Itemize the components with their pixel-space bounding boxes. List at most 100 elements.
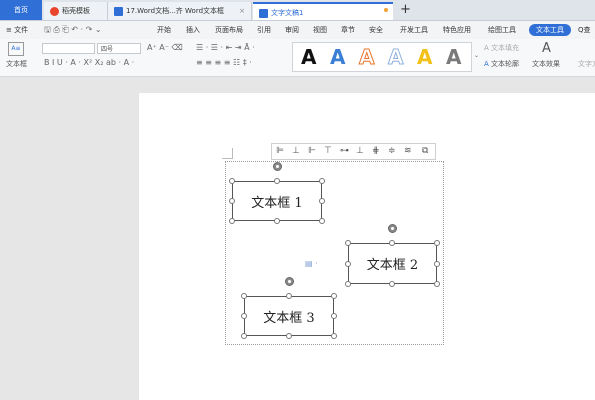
menu-developer[interactable]: 开发工具	[400, 21, 428, 39]
tab-document-1[interactable]: 文字文稿1	[253, 2, 393, 20]
rotate-handle-icon[interactable]	[285, 277, 294, 286]
text-fill-label: 文本填充	[491, 44, 520, 52]
margin-corner-mark	[222, 148, 233, 159]
font-size-select[interactable]: 四号	[97, 43, 141, 54]
rotate-handle-icon[interactable]	[388, 224, 397, 233]
style-a-blue-outline[interactable]: A	[387, 44, 404, 70]
alignment-toolbar: ⊫ ⊥ ⊩ ⊤ ⊶ ⊥ ⋕ ≑ ≋ ⧉	[271, 143, 436, 160]
resize-handle[interactable]	[345, 281, 351, 287]
tab-document-17[interactable]: 17.Word文档...齐 Word文本框 ×	[108, 2, 252, 20]
resize-handle[interactable]	[274, 218, 280, 224]
resize-handle[interactable]	[434, 240, 440, 246]
resize-handle[interactable]	[274, 178, 280, 184]
resize-handle[interactable]	[229, 218, 235, 224]
unsaved-dot-icon	[384, 8, 388, 12]
menu-features[interactable]: 特色应用	[443, 21, 471, 39]
file-menu[interactable]: ≡ 文件	[6, 21, 28, 39]
resize-handle[interactable]	[229, 178, 235, 184]
text-effect-button[interactable]: 文本效果	[532, 59, 560, 69]
align-icons[interactable]: ≡ ≡ ≡ ≡ ☷ ‡ ·	[196, 58, 252, 68]
text-fill-button[interactable]: A 文本填充	[484, 43, 519, 53]
tab-label: 17.Word文档...齐 Word文本框	[126, 7, 225, 15]
resize-handle[interactable]	[389, 240, 395, 246]
text-style-gallery[interactable]: A A A A A A	[292, 42, 472, 72]
resize-handle[interactable]	[286, 293, 292, 299]
tab-bar: 首页 稻壳模板 17.Word文档...齐 Word文本框 × 文字文稿1 +	[0, 0, 595, 21]
menu-text-tools[interactable]: 文本工具	[529, 24, 571, 36]
resize-handle[interactable]	[241, 333, 247, 339]
resize-handle[interactable]	[434, 261, 440, 267]
menu-review[interactable]: 审阅	[285, 21, 299, 39]
resize-handle[interactable]	[331, 313, 337, 319]
equal-spacing-icon[interactable]: ≋	[404, 146, 412, 157]
distribute-vertical-icon[interactable]: ≑	[388, 146, 396, 157]
resize-handle[interactable]	[331, 293, 337, 299]
style-a-gray[interactable]: A	[446, 44, 461, 70]
list-icons[interactable]: ☰ · ☰ · ⇤ ⇥ Ā ·	[196, 43, 255, 53]
close-icon[interactable]: ×	[239, 2, 245, 20]
resize-handle[interactable]	[229, 198, 235, 204]
text-effect-icon: A	[542, 41, 551, 56]
menu-references[interactable]: 引用	[257, 21, 271, 39]
align-center-icon[interactable]: ⊥	[292, 146, 300, 157]
distribute-horizontal-icon[interactable]: ⋕	[372, 146, 380, 157]
style-a-yellow[interactable]: A	[417, 44, 432, 70]
text-direction-button[interactable]: 文字方	[578, 59, 595, 69]
menu-insert[interactable]: 插入	[186, 21, 200, 39]
rotate-handle-icon[interactable]	[273, 162, 282, 171]
menu-drawing-tools[interactable]: 绘图工具	[488, 21, 516, 39]
resize-handle[interactable]	[331, 333, 337, 339]
font-grow-icon[interactable]: A⁺ A⁻ ⌫	[147, 43, 183, 53]
textbox-2[interactable]: 文本框 2	[348, 243, 437, 284]
resize-handle[interactable]	[345, 240, 351, 246]
resize-handle[interactable]	[345, 261, 351, 267]
resize-handle[interactable]	[434, 281, 440, 287]
quick-access-icons[interactable]: 🖫 ⎙ ⎗ ↶ · ↷ ⌄	[44, 21, 102, 39]
menu-page-layout[interactable]: 页面布局	[215, 21, 243, 39]
textbox-1[interactable]: 文本框 1	[232, 181, 322, 221]
word-doc-icon	[259, 8, 268, 18]
resize-handle[interactable]	[241, 293, 247, 299]
textbox-1-text[interactable]: 文本框 1	[251, 192, 302, 211]
text-fill-icon: A	[484, 44, 492, 52]
align-bottom-icon[interactable]: ⊥	[356, 146, 364, 157]
resize-handle[interactable]	[319, 218, 325, 224]
menu-security[interactable]: 安全	[369, 21, 383, 39]
docer-icon	[50, 6, 59, 16]
font-format-icons[interactable]: B I U · A · X² X₂ ab · A ·	[44, 58, 134, 68]
gallery-more-icon[interactable]: ⌄	[474, 51, 479, 61]
menu-chapter[interactable]: 章节	[341, 21, 355, 39]
textbox-2-text[interactable]: 文本框 2	[367, 254, 418, 273]
menu-home[interactable]: 开始	[157, 21, 171, 39]
tab-home[interactable]: 首页	[0, 0, 42, 20]
word-doc-icon	[114, 6, 123, 16]
align-left-icon[interactable]: ⊫	[276, 146, 284, 157]
style-a-black[interactable]: A	[301, 44, 316, 70]
menu-view[interactable]: 视图	[313, 21, 327, 39]
textbox-3[interactable]: 文本框 3	[244, 296, 334, 336]
align-right-icon[interactable]: ⊩	[308, 146, 316, 157]
textbox-icon[interactable]: A≡	[8, 42, 24, 56]
resize-handle[interactable]	[319, 198, 325, 204]
tab-docer-templates[interactable]: 稻壳模板	[44, 2, 108, 20]
text-outline-icon: A	[484, 60, 492, 68]
style-a-orange-outline[interactable]: A	[358, 44, 375, 70]
align-middle-icon[interactable]: ⊶	[340, 146, 349, 157]
resize-handle[interactable]	[286, 333, 292, 339]
textbox-button[interactable]: 文本框	[6, 59, 27, 69]
new-tab-button[interactable]: +	[400, 1, 411, 19]
resize-handle[interactable]	[319, 178, 325, 184]
layout-options-icon[interactable]: ▤ ·	[305, 259, 318, 268]
font-name-select[interactable]	[42, 43, 95, 54]
resize-handle[interactable]	[241, 313, 247, 319]
align-top-icon[interactable]: ⊤	[324, 146, 332, 157]
tab-label: 文字文稿1	[271, 9, 304, 17]
text-outline-button[interactable]: A 文本轮廓	[484, 59, 519, 69]
group-icon[interactable]: ⧉	[422, 146, 428, 157]
menu-bar: ≡ 文件 🖫 ⎙ ⎗ ↶ · ↷ ⌄ 开始 插入 页面布局 引用 审阅 视图 章…	[0, 21, 595, 39]
resize-handle[interactable]	[389, 281, 395, 287]
search-button[interactable]: Q查	[578, 21, 591, 39]
style-a-blue[interactable]: A	[330, 44, 345, 70]
ribbon: A≡ 文本框 四号 A⁺ A⁻ ⌫ B I U · A · X² X₂ ab ·…	[0, 39, 595, 77]
textbox-3-text[interactable]: 文本框 3	[263, 307, 314, 326]
